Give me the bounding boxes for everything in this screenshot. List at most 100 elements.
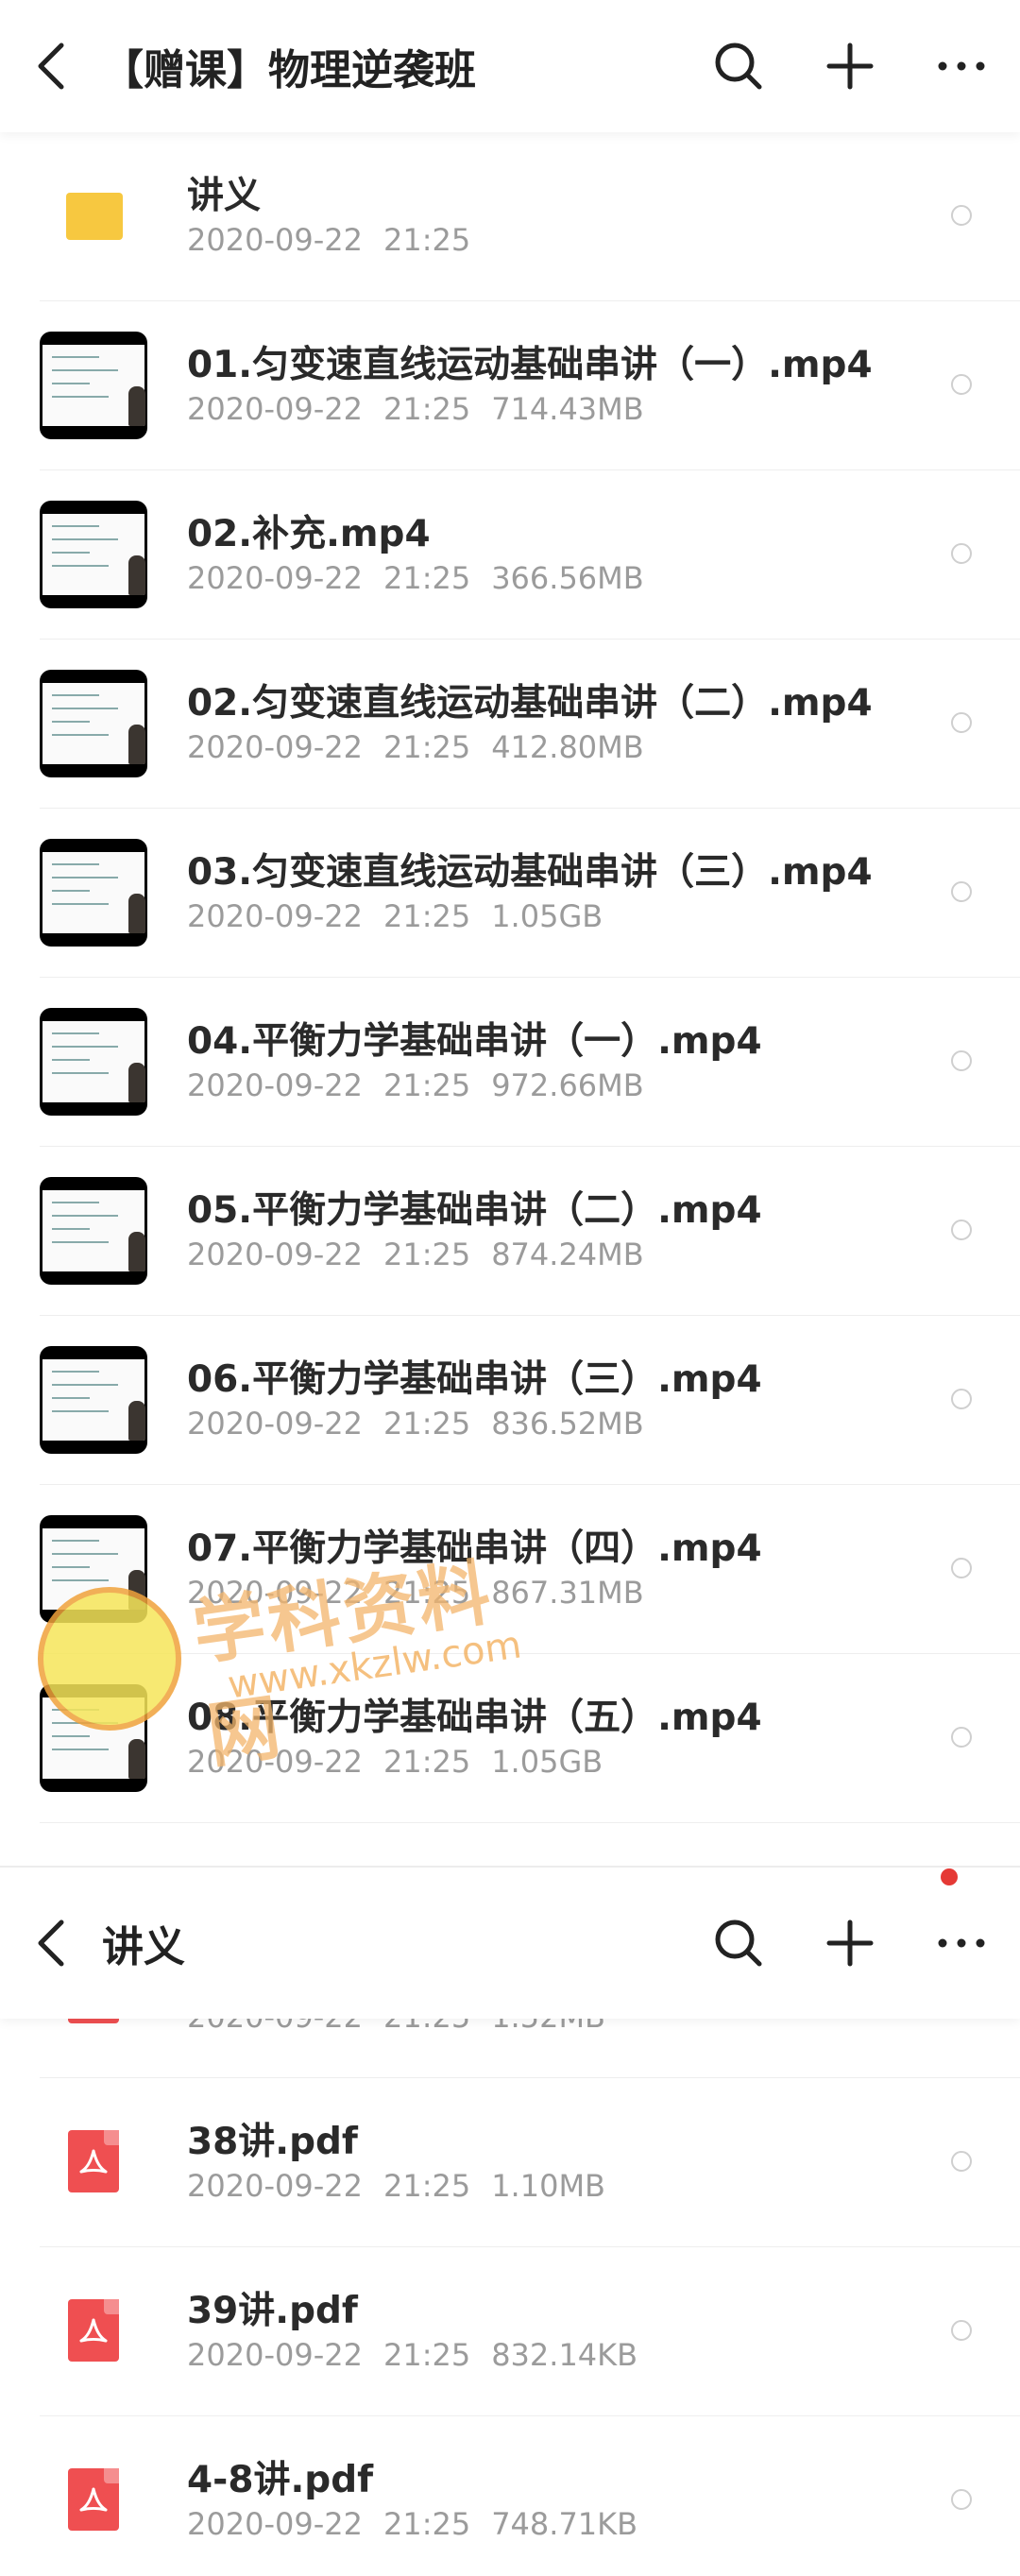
file-name: 02.补充.mp4 <box>187 513 431 555</box>
search-button[interactable] <box>714 1919 763 1968</box>
pdf-icon <box>40 2299 147 2407</box>
file-date: 2020-09-22 <box>187 1744 363 1780</box>
select-radio[interactable] <box>951 712 972 733</box>
list-item[interactable]: 38讲.pdf 2020-09-22 21:25 1.10MB <box>0 2078 1020 2247</box>
file-name: 02.匀变速直线运动基础串讲（二）.mp4 <box>187 682 873 725</box>
add-button[interactable] <box>825 42 875 91</box>
file-time: 21:25 <box>382 1067 471 1103</box>
page-title: 讲义 <box>102 1923 185 1971</box>
pdf-icon <box>40 2468 147 2576</box>
file-name: 08.平衡力学基础串讲（五）.mp4 <box>187 1697 762 1739</box>
file-meta: 2020-09-22 21:25 867.31MB <box>187 1575 665 1611</box>
unread-dot <box>941 1868 958 1885</box>
search-button[interactable] <box>714 42 763 91</box>
file-meta: 2020-09-22 21:25 1.10MB <box>187 2168 626 2204</box>
file-date: 2020-09-22 <box>187 1237 363 1272</box>
list-item[interactable]: 讲义 2020-09-22 21:25 <box>0 132 1020 301</box>
file-name: 05.平衡力学基础串讲（二）.mp4 <box>187 1189 762 1232</box>
file-date: 2020-09-22 <box>187 391 363 427</box>
file-date: 2020-09-22 <box>187 2506 363 2542</box>
file-date: 2020-09-22 <box>187 560 363 596</box>
file-meta: 2020-09-22 21:25 1.05GB <box>187 898 623 934</box>
list-item[interactable]: 08.平衡力学基础串讲（五）.mp4 2020-09-22 21:25 1.05GB <box>0 1654 1020 1823</box>
file-meta: 2020-09-22 21:25 874.24MB <box>187 1237 665 1272</box>
select-radio[interactable] <box>951 543 972 564</box>
plus-icon <box>826 43 874 90</box>
back-button[interactable] <box>30 1916 72 1970</box>
select-radio[interactable] <box>951 1220 972 1240</box>
file-name: 39讲.pdf <box>187 2290 358 2332</box>
list-item[interactable]: 02.补充.mp4 2020-09-22 21:25 366.56MB <box>0 470 1020 640</box>
list-item[interactable]: 4-8讲.pdf 2020-09-22 21:25 748.71KB <box>0 2416 1020 2576</box>
folder-browser-top: 讲义 2020-09-22 21:25 01.匀变速直线运动基础串讲（一）.mp4 20… <box>0 0 1020 1866</box>
video-thumbnail <box>40 501 147 608</box>
video-thumbnail <box>40 1346 147 1454</box>
list-item[interactable]: 01.匀变速直线运动基础串讲（一）.mp4 2020-09-22 21:25 714.… <box>0 301 1020 470</box>
file-date: 2020-09-22 <box>187 222 363 258</box>
list-item[interactable]: 06.平衡力学基础串讲（三）.mp4 2020-09-22 21:25 836.52M… <box>0 1316 1020 1485</box>
back-button[interactable] <box>30 39 72 94</box>
video-thumbnail <box>40 1515 147 1623</box>
select-radio[interactable] <box>951 1727 972 1748</box>
file-date: 2020-09-22 <box>187 1575 363 1611</box>
file-size: 366.56MB <box>491 560 644 596</box>
file-size: 1.05GB <box>491 898 604 934</box>
file-name: 07.平衡力学基础串讲（四）.mp4 <box>187 1527 762 1570</box>
select-radio[interactable] <box>951 2320 972 2341</box>
video-thumbnail <box>40 1177 147 1285</box>
file-time: 21:25 <box>382 1575 471 1611</box>
file-time: 21:25 <box>382 2506 471 2542</box>
file-meta: 2020-09-22 21:25 972.66MB <box>187 1067 665 1103</box>
divider <box>40 1822 1020 1823</box>
file-size: 867.31MB <box>491 1575 644 1611</box>
more-icon <box>938 61 985 71</box>
file-time: 21:25 <box>382 729 471 765</box>
select-radio[interactable] <box>951 205 972 226</box>
file-name: 01.匀变速直线运动基础串讲（一）.mp4 <box>187 344 873 386</box>
search-icon <box>715 1919 762 1967</box>
select-radio[interactable] <box>951 374 972 395</box>
file-date: 2020-09-22 <box>187 729 363 765</box>
list-item[interactable]: 39讲.pdf 2020-09-22 21:25 832.14KB <box>0 2247 1020 2416</box>
search-icon <box>715 43 762 90</box>
select-radio[interactable] <box>951 2489 972 2510</box>
file-size: 832.14KB <box>491 2337 638 2373</box>
file-size: 972.66MB <box>491 1067 644 1103</box>
file-meta: 2020-09-22 21:25 366.56MB <box>187 560 665 596</box>
select-radio[interactable] <box>951 881 972 902</box>
list-item[interactable]: 05.平衡力学基础串讲（二）.mp4 2020-09-22 21:25 874.24M… <box>0 1147 1020 1316</box>
page-title: 【赠课】物理逆袭班 <box>102 46 476 94</box>
video-thumbnail <box>40 839 147 947</box>
select-radio[interactable] <box>951 2151 972 2172</box>
select-radio[interactable] <box>951 1389 972 1409</box>
video-thumbnail <box>40 332 147 439</box>
add-button[interactable] <box>825 1919 875 1968</box>
bottom-header: 讲义 <box>0 1868 1020 2019</box>
file-size: 748.71KB <box>491 2506 638 2542</box>
video-thumbnail <box>40 1684 147 1792</box>
list-item[interactable]: 02.匀变速直线运动基础串讲（二）.mp4 2020-09-22 21:25 412.… <box>0 640 1020 809</box>
file-meta: 2020-09-22 21:25 1.05GB <box>187 1744 623 1780</box>
file-name: 06.平衡力学基础串讲（三）.mp4 <box>187 1358 762 1401</box>
select-radio[interactable] <box>951 1558 972 1578</box>
file-time: 21:25 <box>382 391 471 427</box>
file-date: 2020-09-22 <box>187 2168 363 2204</box>
file-date: 2020-09-22 <box>187 1067 363 1103</box>
file-size: 836.52MB <box>491 1406 644 1442</box>
list-item[interactable]: 04.平衡力学基础串讲（一）.mp4 2020-09-22 21:25 972.66M… <box>0 978 1020 1147</box>
file-time: 21:25 <box>382 1237 471 1272</box>
file-time: 21:25 <box>382 2337 471 2373</box>
list-item[interactable]: 07.平衡力学基础串讲（四）.mp4 2020-09-22 21:25 867.31M… <box>0 1485 1020 1654</box>
file-size: 1.05GB <box>491 1744 604 1780</box>
file-size: 874.24MB <box>491 1237 644 1272</box>
select-radio[interactable] <box>951 1050 972 1071</box>
video-thumbnail <box>40 670 147 777</box>
file-time: 21:25 <box>382 222 471 258</box>
more-button[interactable] <box>937 1919 986 1968</box>
video-thumbnail <box>40 1008 147 1116</box>
file-name: 4-8讲.pdf <box>187 2459 374 2501</box>
more-button[interactable] <box>937 42 986 91</box>
list-item[interactable]: 03.匀变速直线运动基础串讲（三）.mp4 2020-09-22 21:25 1.05… <box>0 809 1020 978</box>
file-date: 2020-09-22 <box>187 1406 363 1442</box>
more-icon <box>938 1938 985 1948</box>
